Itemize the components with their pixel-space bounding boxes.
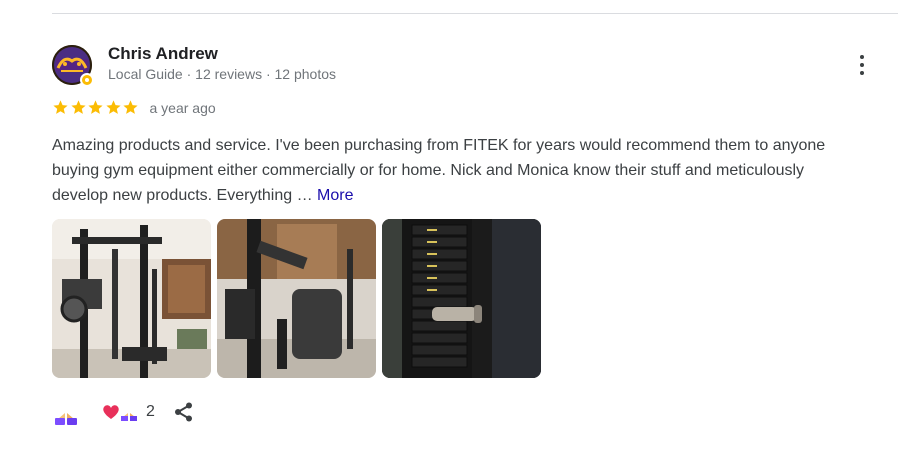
star-icon — [70, 100, 86, 114]
reviewer-name[interactable]: Chris Andrew — [108, 44, 336, 64]
reaction-summary[interactable]: 2 — [102, 402, 155, 422]
review-photo-pad-machine[interactable] — [217, 219, 376, 378]
star-icon — [123, 100, 138, 114]
star-icon — [105, 100, 121, 114]
heart-and-praying-hands-icon — [103, 404, 137, 421]
star-icon — [53, 100, 68, 114]
star-icon — [88, 100, 103, 114]
praying-hands-icon — [55, 401, 77, 425]
reaction-count: 2 — [146, 403, 155, 420]
more-link[interactable]: More — [317, 187, 353, 204]
review-photo-weight-stack[interactable] — [382, 219, 541, 378]
avatar[interactable] — [52, 45, 94, 87]
pad-machine-photo-icon — [217, 219, 376, 378]
menu-dot — [860, 71, 864, 75]
review-photos — [52, 219, 541, 378]
review-photo-gym-rack[interactable] — [52, 219, 211, 378]
reviewer-meta: Local Guide · 12 reviews · 12 photos — [108, 66, 337, 82]
reviewer-info: Chris Andrew Local Guide · 12 reviews · … — [108, 44, 336, 83]
react-button[interactable] — [52, 399, 80, 425]
star-rating — [52, 99, 140, 116]
menu-dot — [860, 63, 864, 67]
review-body: Amazing products and service. I've been … — [52, 137, 826, 204]
menu-dot — [860, 55, 864, 59]
share-button[interactable] — [173, 401, 195, 423]
gym-rack-photo-icon — [52, 219, 211, 378]
more-options-icon[interactable] — [850, 52, 874, 78]
reactions-bar: 2 — [52, 399, 195, 425]
share-icon — [174, 402, 192, 422]
top-divider — [52, 13, 898, 14]
review-text: Amazing products and service. I've been … — [52, 133, 852, 208]
review-date: a year ago — [149, 99, 216, 116]
local-guide-badge-icon — [80, 73, 94, 87]
review-header: Chris Andrew Local Guide · 12 reviews · … — [52, 44, 336, 87]
weight-stack-photo-icon — [382, 219, 541, 378]
rating-row: a year ago — [52, 99, 216, 116]
